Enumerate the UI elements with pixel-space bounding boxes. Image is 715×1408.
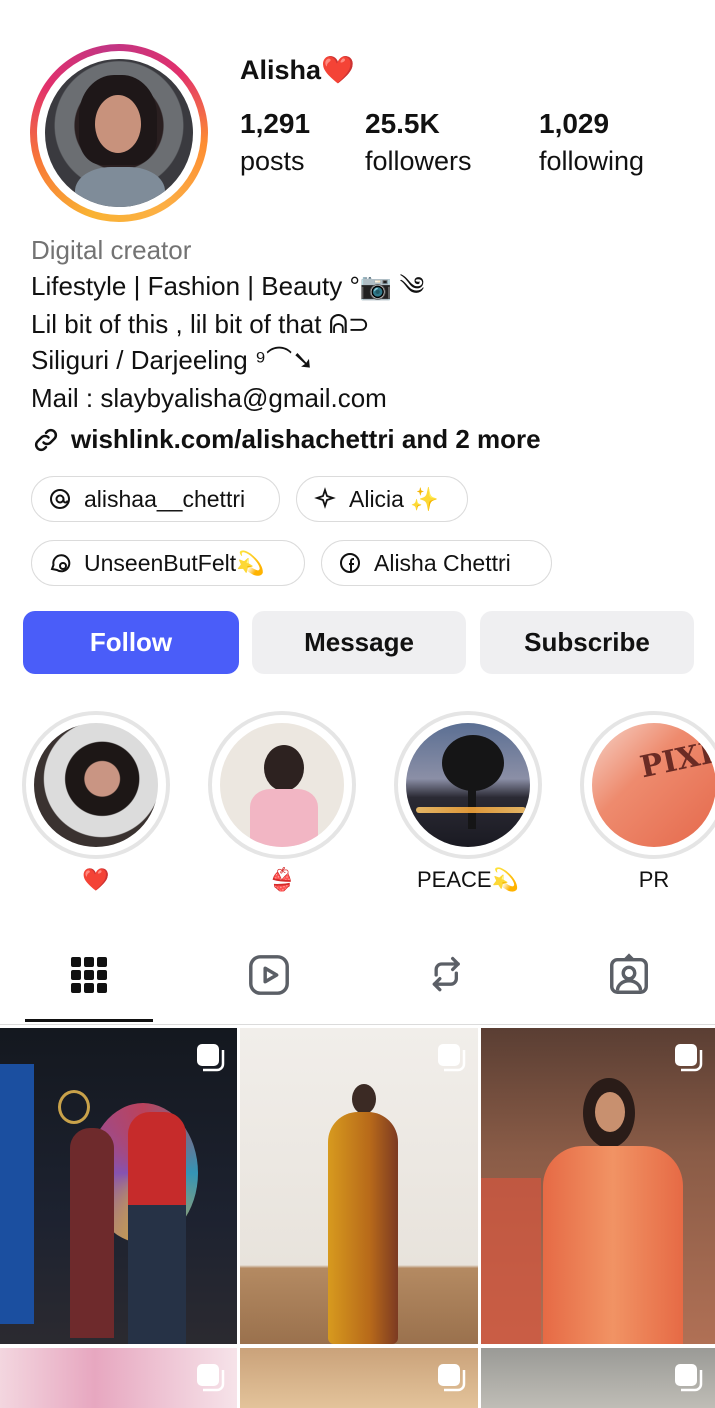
highlight-label: PR xyxy=(638,867,670,892)
highlight-ring xyxy=(22,711,170,859)
carousel-icon xyxy=(675,1044,703,1072)
highlight-item[interactable]: PIXI PR xyxy=(580,711,715,895)
chip-label: Alicia ✨ xyxy=(349,485,439,512)
highlight-item[interactable]: PEACE💫 xyxy=(394,711,542,895)
post-thumbnail[interactable] xyxy=(0,1348,237,1408)
highlight-figure xyxy=(264,745,304,791)
chip-facebook[interactable]: Alisha Chettri xyxy=(321,540,552,586)
chat-bubble-icon xyxy=(50,554,71,573)
follow-button[interactable]: Follow xyxy=(23,611,239,674)
link-icon xyxy=(34,428,58,451)
stat-followers[interactable]: 25.5K followers xyxy=(365,108,472,177)
stat-following-value: 1,029 xyxy=(539,108,610,139)
highlight-image xyxy=(34,723,158,847)
highlight-ring xyxy=(394,711,542,859)
carousel-icon xyxy=(675,1364,703,1392)
carousel-icon xyxy=(438,1044,466,1072)
sparkle-icon xyxy=(314,487,336,509)
bio-email: Mail : slaybyalisha@gmail.com xyxy=(31,383,387,413)
grid-icon xyxy=(71,957,107,993)
chip-label: alishaa__chettri xyxy=(84,485,246,512)
subscribe-button[interactable]: Subscribe xyxy=(480,611,694,674)
tagged-icon xyxy=(610,953,648,994)
highlight-ring: PIXI xyxy=(580,711,715,859)
bio-line: Lil bit of this , lil bit of that ᕱ⊃ xyxy=(31,309,370,339)
tab-tagged[interactable] xyxy=(602,948,656,1002)
post-thumbnail[interactable] xyxy=(240,1348,478,1408)
highlight-image: PIXI xyxy=(592,723,715,847)
chip-threads[interactable]: alishaa__chettri xyxy=(31,476,280,522)
chip-alicia[interactable]: Alicia ✨ xyxy=(296,476,468,522)
tab-divider xyxy=(0,1024,715,1025)
reposts-icon xyxy=(432,956,460,992)
bio-line: Lifestyle | Fashion | Beauty °📷 ༄ xyxy=(31,271,425,301)
highlight-item[interactable]: 👙 xyxy=(208,711,356,895)
post-face xyxy=(595,1092,625,1132)
chip-channel[interactable]: UnseenButFelt💫 xyxy=(31,540,305,586)
highlight-trunk xyxy=(468,779,476,829)
tab-grid[interactable] xyxy=(62,948,116,1002)
threads-icon xyxy=(50,489,70,509)
highlight-ring xyxy=(208,711,356,859)
highlight-image xyxy=(220,723,344,847)
profile-username: Alisha❤️ xyxy=(240,55,355,85)
post-wreath xyxy=(58,1090,90,1124)
post-thumbnail[interactable] xyxy=(481,1028,715,1344)
avatar-top xyxy=(75,167,165,207)
stat-following[interactable]: 1,029 following xyxy=(539,108,644,177)
post-outfit xyxy=(543,1146,683,1344)
avatar-face xyxy=(95,95,141,153)
post-saree xyxy=(328,1112,398,1344)
message-button[interactable]: Message xyxy=(252,611,466,674)
highlight-image xyxy=(406,723,530,847)
highlight-lights xyxy=(416,807,526,813)
stat-followers-label: followers xyxy=(365,146,472,176)
profile-link-text: wishlink.com/alishachettri and 2 more xyxy=(71,424,541,454)
profile-category: Digital creator xyxy=(31,235,192,265)
carousel-icon xyxy=(197,1364,225,1392)
post-person-right xyxy=(128,1112,186,1344)
carousel-icon xyxy=(438,1364,466,1392)
stat-posts[interactable]: 1,291 posts xyxy=(240,108,310,177)
stat-posts-value: 1,291 xyxy=(240,108,311,139)
post-thumbnail[interactable] xyxy=(481,1348,715,1408)
post-banner xyxy=(0,1064,34,1324)
profile-avatar-ring[interactable] xyxy=(30,44,208,222)
post-thumbnail[interactable] xyxy=(0,1028,237,1344)
profile-link[interactable]: wishlink.com/alishachettri and 2 more xyxy=(31,424,541,455)
post-blur xyxy=(481,1178,541,1344)
chip-label: Alisha Chettri xyxy=(374,549,511,576)
tab-reposts[interactable] xyxy=(422,948,476,1002)
bio-line: Siliguri / Darjeeling ⁹⌒➘ xyxy=(31,345,314,375)
avatar[interactable] xyxy=(45,59,193,207)
reels-icon xyxy=(249,955,289,995)
highlight-label: 👙 xyxy=(268,867,296,892)
highlight-label: PEACE💫 xyxy=(417,867,519,892)
carousel-icon xyxy=(197,1044,225,1072)
chip-label: UnseenButFelt💫 xyxy=(84,549,265,576)
tab-active-underline xyxy=(25,1019,153,1022)
stat-posts-label: posts xyxy=(240,146,305,176)
stat-following-label: following xyxy=(539,146,645,176)
stat-followers-value: 25.5K xyxy=(365,108,440,139)
tab-reels[interactable] xyxy=(242,948,296,1002)
post-thumbnail[interactable] xyxy=(240,1028,478,1344)
post-person-left xyxy=(70,1128,114,1338)
highlight-label: ❤️ xyxy=(82,867,110,892)
highlight-pixi-text: PIXI xyxy=(637,735,715,786)
highlight-item[interactable]: ❤️ xyxy=(22,711,170,895)
post-head xyxy=(352,1084,376,1114)
highlight-figure-top xyxy=(250,789,318,847)
facebook-icon xyxy=(340,553,360,573)
